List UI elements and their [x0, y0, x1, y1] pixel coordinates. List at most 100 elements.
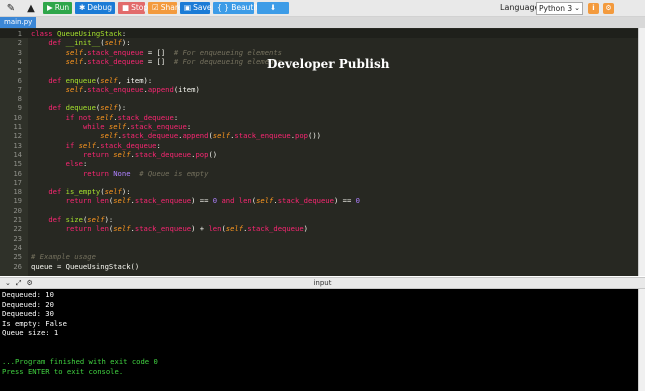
stop-button[interactable]: ■ Stop — [118, 2, 148, 14]
code-text: if not self.stack_dequeue: — [65, 112, 179, 122]
line-number: 7 — [17, 84, 22, 94]
code-text: def enqueue(self, item): — [48, 75, 153, 85]
download-button[interactable]: ⬇ — [257, 2, 289, 14]
gear-icon[interactable]: ⚙ — [603, 3, 614, 14]
line-number: 1 — [17, 29, 22, 38]
line-number: 3 — [17, 47, 22, 57]
console-line: Dequeued: 20 — [2, 299, 54, 309]
line-number: 10 — [13, 112, 22, 122]
code-line[interactable]: 26 queue = QueueUsingStack() — [0, 262, 638, 271]
code-line[interactable]: 6 def enqueue(self, item): — [0, 76, 638, 85]
console-line: Is empty: False — [2, 318, 67, 328]
code-text: return len(self.stack_enqueue) + len(sel… — [65, 224, 308, 234]
code-line[interactable]: 16 return None # Queue is empty — [0, 169, 638, 178]
code-text: def is_empty(self): — [48, 187, 131, 197]
run-button[interactable]: ▶ Run — [43, 2, 72, 14]
editor-vertical-scrollbar[interactable] — [638, 28, 645, 276]
code-text: while self.stack_enqueue: — [82, 122, 192, 131]
code-line[interactable]: 14 return self.stack_dequeue.pop() — [0, 150, 638, 159]
debug-button[interactable]: ✱ Debug — [75, 2, 115, 14]
console-line: Queue size: 1 — [2, 328, 59, 338]
code-line[interactable]: 8 — [0, 94, 638, 103]
code-line[interactable]: 7 self.stack_enqueue.append(item) — [0, 85, 638, 94]
code-text: class QueueUsingStack: — [31, 29, 127, 38]
line-number: 15 — [13, 159, 22, 169]
console-line: Dequeued: 10 — [2, 290, 54, 299]
code-text: return None # Queue is empty — [82, 168, 209, 178]
line-number: 17 — [13, 177, 22, 187]
code-line[interactable]: 18 def is_empty(self): — [0, 187, 638, 196]
share-button[interactable]: ☑ Share — [148, 2, 182, 14]
line-number: 19 — [13, 196, 22, 206]
code-text: def size(self): — [48, 215, 114, 224]
save-icon: ▣ — [184, 3, 192, 12]
line-number: 12 — [13, 131, 22, 141]
code-text: queue = QueueUsingStack() — [31, 261, 140, 271]
code-line[interactable]: 9 def dequeue(self): — [0, 103, 638, 112]
code-text: self.stack_enqueue = [] # For enqueueing… — [65, 47, 283, 57]
line-number: 8 — [17, 94, 22, 104]
chevron-down-icon: ⌄ — [574, 4, 580, 12]
code-line[interactable]: 17 — [0, 178, 638, 187]
watermark-text: Developer Publish — [267, 57, 390, 71]
line-number: 18 — [13, 187, 22, 197]
line-number: 20 — [13, 205, 22, 215]
line-number: 5 — [17, 66, 22, 76]
code-text: if self.stack_dequeue: — [65, 140, 161, 150]
download-icon: ⬇ — [269, 3, 277, 12]
code-line[interactable]: 2 def __init__(self): — [0, 38, 638, 47]
language-label: Language — [500, 3, 540, 12]
code-line[interactable]: 11 while self.stack_enqueue: — [0, 122, 638, 131]
code-text: def __init__(self): — [48, 38, 131, 48]
output-console[interactable]: Dequeued: 10 Dequeued: 20 Dequeued: 30 Is e… — [0, 289, 638, 391]
line-number: 9 — [17, 103, 22, 113]
play-icon: ▶ — [47, 3, 53, 12]
save-button[interactable]: ▣ Save — [180, 2, 212, 14]
line-number: 21 — [13, 215, 22, 224]
code-line[interactable]: 20 — [0, 206, 638, 215]
console-line: ...Program finished with exit code 0 — [2, 357, 158, 367]
code-line[interactable]: 15 else: — [0, 159, 638, 168]
code-line[interactable]: 13 if self.stack_dequeue: — [0, 141, 638, 150]
input-label: input — [313, 279, 332, 287]
code-text: self.stack_dequeue = [] # For dequeueing… — [65, 56, 283, 66]
file-icon[interactable]: ✎ — [2, 1, 20, 16]
code-text: # Example usage — [31, 252, 96, 262]
stop-icon: ■ — [122, 3, 130, 12]
line-number: 4 — [17, 56, 22, 66]
code-line[interactable]: 23 — [0, 234, 638, 243]
language-select[interactable]: Python 3 ⌄ — [536, 2, 583, 15]
code-text: def dequeue(self): — [48, 103, 127, 113]
upload-file-icon[interactable]: ▲ — [22, 1, 40, 16]
code-line[interactable]: 22 return len(self.stack_enqueue) + len(… — [0, 224, 638, 233]
code-line[interactable]: 1 class QueueUsingStack: — [0, 29, 638, 39]
share-icon: ☑ — [152, 3, 159, 12]
code-line[interactable]: 24 — [0, 243, 638, 252]
code-line[interactable]: 25 # Example usage — [0, 252, 638, 261]
file-tab-bar: main.py — [0, 17, 645, 28]
line-number: 16 — [13, 168, 22, 178]
code-text: return len(self.stack_enqueue) == 0 and … — [65, 196, 360, 206]
beautify-button[interactable]: { } Beautify — [213, 2, 262, 14]
line-number: 22 — [13, 224, 22, 234]
code-line[interactable]: 3 self.stack_enqueue = [] # For enqueuei… — [0, 48, 638, 57]
code-text: return self.stack_dequeue.pop() — [82, 149, 218, 159]
file-tab-main[interactable]: main.py — [0, 17, 37, 28]
console-line: Press ENTER to exit console. — [2, 366, 124, 376]
code-line[interactable]: 21 def size(self): — [0, 215, 638, 224]
console-scrollbar[interactable] — [638, 289, 645, 391]
line-number: 2 — [17, 38, 22, 48]
line-number: 6 — [17, 75, 22, 85]
line-number: 26 — [13, 261, 22, 271]
code-text: self.stack_enqueue.append(item) — [65, 84, 200, 94]
bug-icon: ✱ — [79, 3, 86, 12]
code-line[interactable]: 19 return len(self.stack_enqueue) == 0 a… — [0, 196, 638, 205]
input-bar: ⌄ ⤢ ⚙ input — [0, 277, 645, 289]
code-line[interactable]: 12 self.stack_dequeue.append(self.stack_… — [0, 131, 638, 140]
line-number: 11 — [13, 122, 22, 131]
code-line[interactable]: 10 if not self.stack_dequeue: — [0, 113, 638, 122]
line-number: 13 — [13, 140, 22, 150]
code-text: else: — [65, 159, 88, 169]
line-number: 14 — [13, 149, 22, 159]
info-icon[interactable]: i — [588, 3, 599, 14]
